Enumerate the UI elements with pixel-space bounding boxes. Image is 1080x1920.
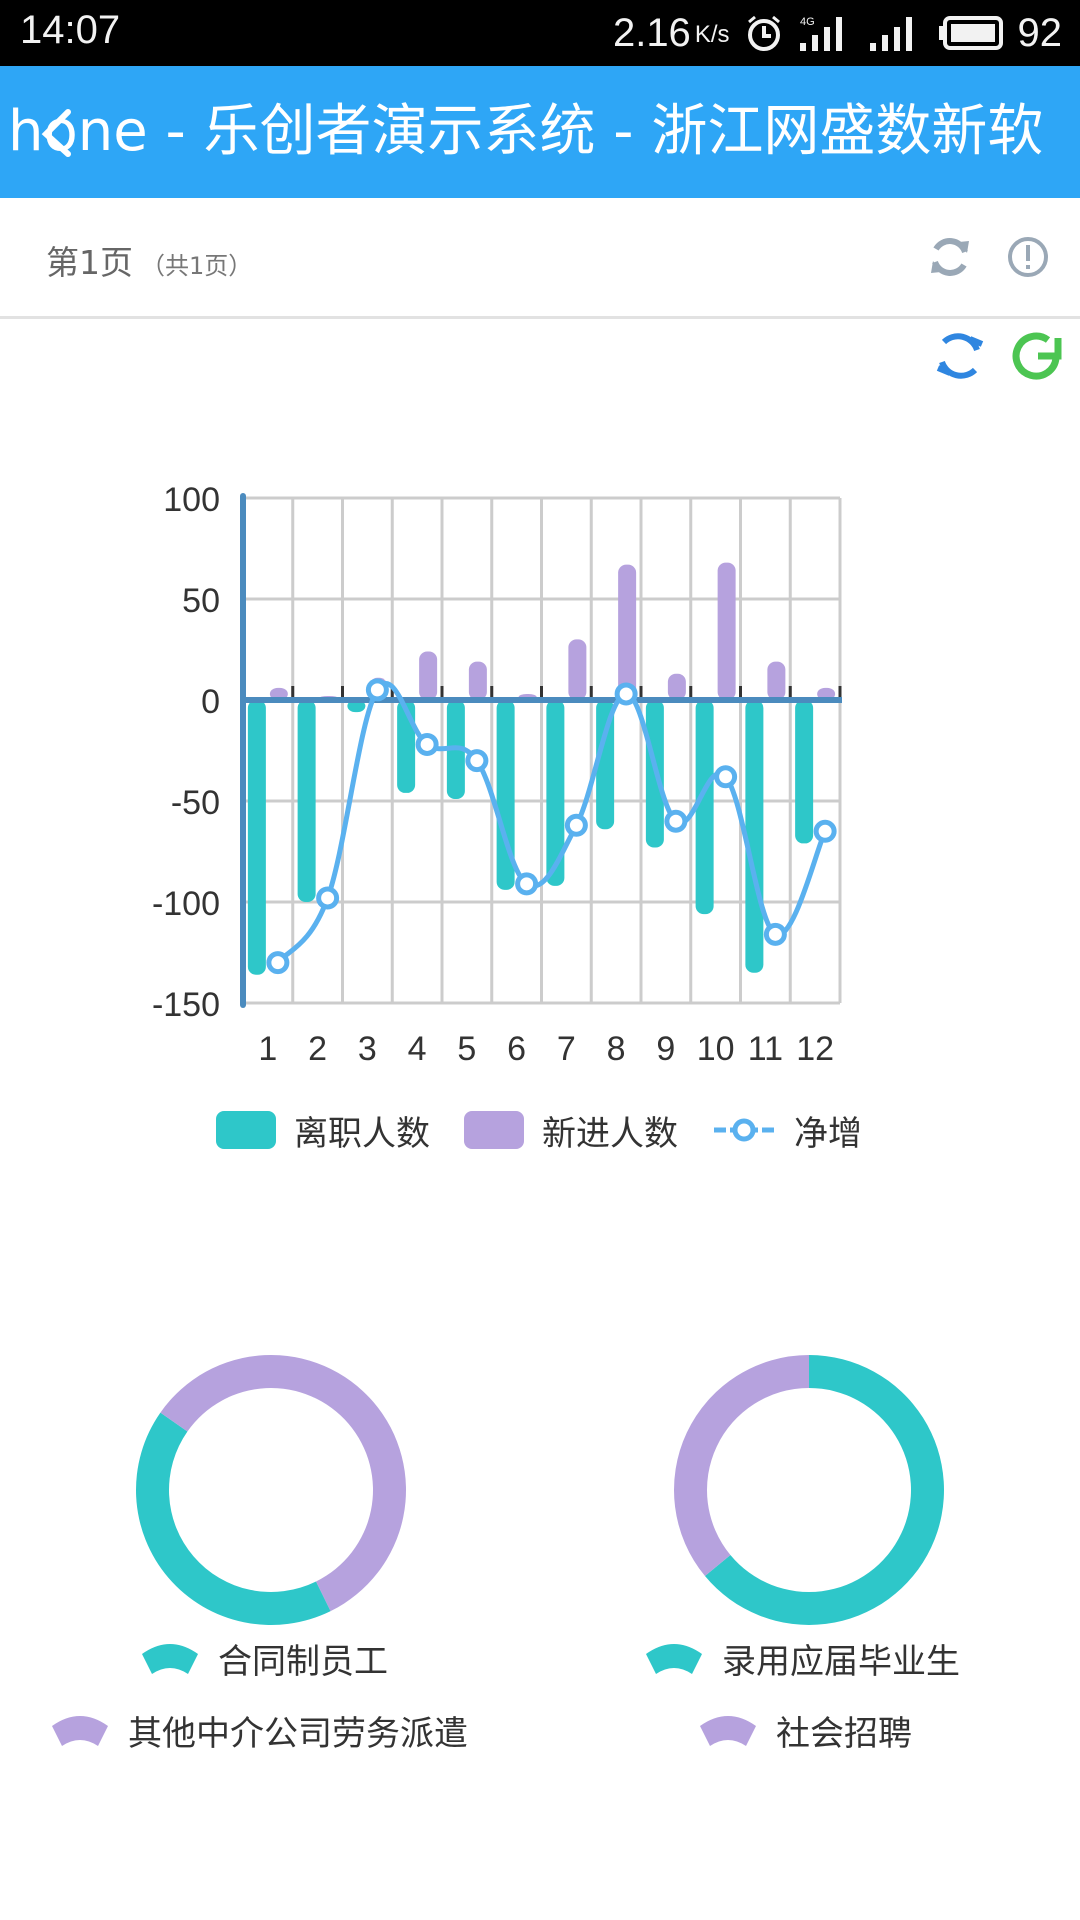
legend-label-new: 新进人数 — [542, 1113, 678, 1154]
net-point — [813, 819, 837, 843]
legend-item-net[interactable]: 净增 — [712, 1100, 862, 1160]
x-tick-label: 3 — [358, 1030, 377, 1068]
x-tick-label: 10 — [697, 1030, 735, 1068]
net-point — [415, 732, 439, 756]
x-tick-label: 7 — [557, 1030, 576, 1068]
x-tick-label: 12 — [796, 1030, 834, 1068]
donut-slice[interactable] — [674, 1355, 809, 1577]
net-point — [316, 886, 340, 910]
back-chevron-icon[interactable] — [38, 108, 78, 158]
pie-legend-graduates[interactable]: 录用应届毕业生 — [644, 1633, 960, 1683]
status-time: 14:07 — [20, 8, 121, 52]
legend-label-net: 净增 — [794, 1113, 862, 1154]
bar-leave — [795, 700, 814, 844]
info-icon[interactable] — [1003, 232, 1053, 282]
sync-icon[interactable] — [930, 326, 990, 386]
net-point — [763, 922, 787, 946]
page-indicator: 第1页 （共1页） — [46, 236, 252, 284]
hr-monthly-chart: 100500-50-100-1501 2 3 4 5 6 7 8 9 10 11 12 — [152, 481, 842, 1068]
donut-slice[interactable] — [136, 1412, 331, 1625]
net-point — [266, 951, 290, 975]
pie-legend-social[interactable]: 社会招聘 — [698, 1705, 912, 1755]
x-tick-label: 1 — [258, 1030, 277, 1068]
y-tick-label: -50 — [171, 784, 220, 822]
legend-fan-teal-icon — [142, 1644, 198, 1674]
alarm-icon — [747, 15, 780, 51]
bar-new — [667, 673, 686, 700]
pie-legend-label: 其他中介公司劳务派遣 — [128, 1713, 468, 1754]
x-tick-label: 6 — [507, 1030, 526, 1068]
legend-item-new[interactable]: 新进人数 — [464, 1100, 678, 1160]
net-speed-value: 2.16 — [612, 10, 691, 55]
bar-new — [568, 639, 587, 700]
chart-actions — [880, 326, 1080, 396]
x-tick-label: 5 — [457, 1030, 476, 1068]
y-tick-label: 50 — [182, 582, 220, 620]
pagination-toolbar: 第1页 （共1页） — [0, 198, 1080, 319]
bar-leave — [695, 700, 714, 915]
x-tick-label: 8 — [607, 1030, 626, 1068]
net-point — [664, 809, 688, 833]
page-current: 第1页 — [46, 243, 133, 282]
bar-leave — [745, 700, 764, 973]
y-tick-label: 0 — [201, 683, 220, 721]
battery-icon — [938, 16, 1003, 50]
legend-label-leave: 离职人数 — [294, 1113, 430, 1154]
signal-icon — [869, 17, 912, 51]
pie-legend-dispatch[interactable]: 其他中介公司劳务派遣 — [50, 1705, 468, 1755]
status-icons: 2.16 K/s 4G 92 — [613, 8, 1062, 58]
donut-chart-recruitment-source — [674, 1355, 944, 1625]
y-tick-label: 100 — [163, 481, 220, 519]
pie-legend-contract[interactable]: 合同制员工 — [140, 1633, 388, 1683]
donut-chart-employment-type — [136, 1355, 406, 1625]
x-tick-label: 9 — [656, 1030, 675, 1068]
bar-leave — [297, 700, 316, 902]
x-tick-label: 11 — [748, 1030, 783, 1068]
pie-legend-label: 录用应届毕业生 — [722, 1641, 960, 1682]
net-point — [564, 813, 588, 837]
net-point — [614, 682, 638, 706]
y-tick-label: -150 — [152, 986, 220, 1024]
signal-4g-icon: 4G — [799, 16, 842, 51]
bar-new — [618, 564, 637, 700]
net-point — [365, 678, 389, 702]
bar-new — [767, 661, 786, 700]
page-total: （共1页） — [141, 252, 253, 280]
svg-text:4G: 4G — [800, 16, 815, 28]
pie-legend-label: 合同制员工 — [218, 1641, 388, 1682]
bar-new — [468, 661, 487, 700]
legend-swatch-leave — [216, 1111, 276, 1149]
net-point — [515, 872, 539, 896]
y-tick-label: -100 — [152, 885, 220, 923]
legend-swatch-new — [464, 1111, 524, 1149]
x-tick-label: 2 — [308, 1030, 327, 1068]
battery-percent: 92 — [1017, 10, 1063, 55]
legend-fan-purple-icon — [52, 1716, 108, 1746]
net-point — [714, 765, 738, 789]
legend-line-marker-icon — [714, 1118, 774, 1142]
bar-new — [419, 651, 438, 700]
legend-fan-purple-icon — [700, 1716, 756, 1746]
title-bar: hone - 乐创者演示系统 - 浙江网盛数新软 — [0, 66, 1080, 198]
refresh-icon[interactable] — [925, 232, 975, 282]
chart-legend: 离职人数 新进人数 净增 — [0, 1100, 1080, 1160]
bar-leave — [247, 700, 266, 975]
reload-icon[interactable] — [1008, 326, 1068, 386]
pie-legend-label: 社会招聘 — [776, 1713, 912, 1754]
legend-item-leave[interactable]: 离职人数 — [216, 1100, 430, 1160]
page-title: hone - 乐创者演示系统 - 浙江网盛数新软 — [8, 99, 1044, 164]
legend-fan-teal-icon — [646, 1644, 702, 1674]
net-speed-unit: K/s — [694, 20, 730, 48]
net-speed: 2.16 K/s — [613, 11, 730, 56]
x-tick-label: 4 — [408, 1030, 427, 1068]
bar-new — [717, 562, 736, 700]
status-bar: 14:07 2.16 K/s 4G 92 — [0, 0, 1080, 66]
net-point — [465, 749, 489, 773]
